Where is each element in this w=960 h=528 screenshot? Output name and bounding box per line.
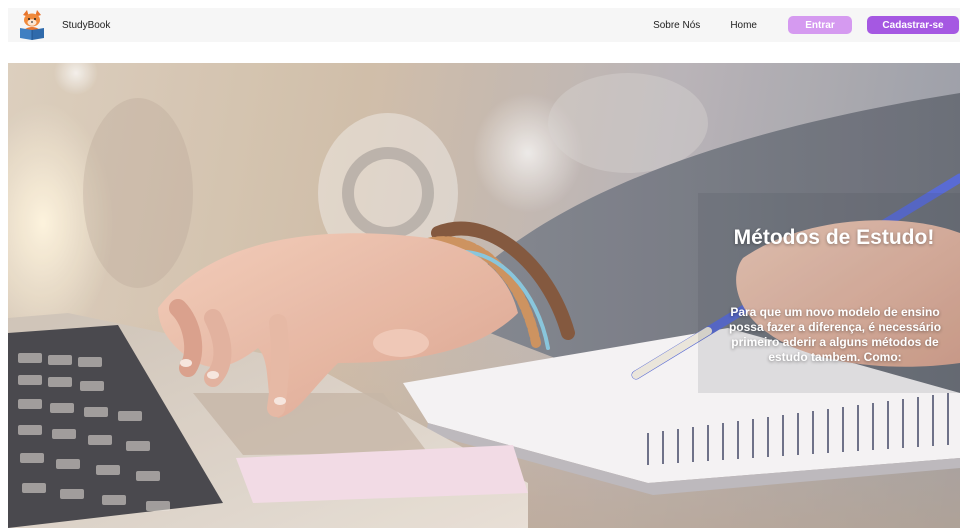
brand-name[interactable]: StudyBook (62, 20, 110, 31)
cadastrar-button[interactable]: Cadastrar-se (867, 16, 959, 34)
hero-title: Métodos de Estudo! (733, 226, 935, 249)
hero-description: Para que um novo modelo de ensino possa … (728, 305, 942, 364)
hands-laptop-notebook-photo (8, 63, 960, 528)
hero-banner: Métodos de Estudo! Para que um novo mode… (8, 63, 960, 528)
fox-reading-book-icon[interactable] (16, 9, 48, 41)
brand[interactable]: StudyBook (16, 9, 110, 41)
nav-link-home[interactable]: Home (730, 20, 757, 31)
nav-links: Sobre Nós Home Entrar Cadastrar-se (653, 16, 960, 34)
entrar-button[interactable]: Entrar (788, 16, 852, 34)
top-navbar: StudyBook Sobre Nós Home Entrar Cadastra… (8, 8, 960, 42)
nav-link-sobre-nos[interactable]: Sobre Nós (653, 20, 700, 31)
